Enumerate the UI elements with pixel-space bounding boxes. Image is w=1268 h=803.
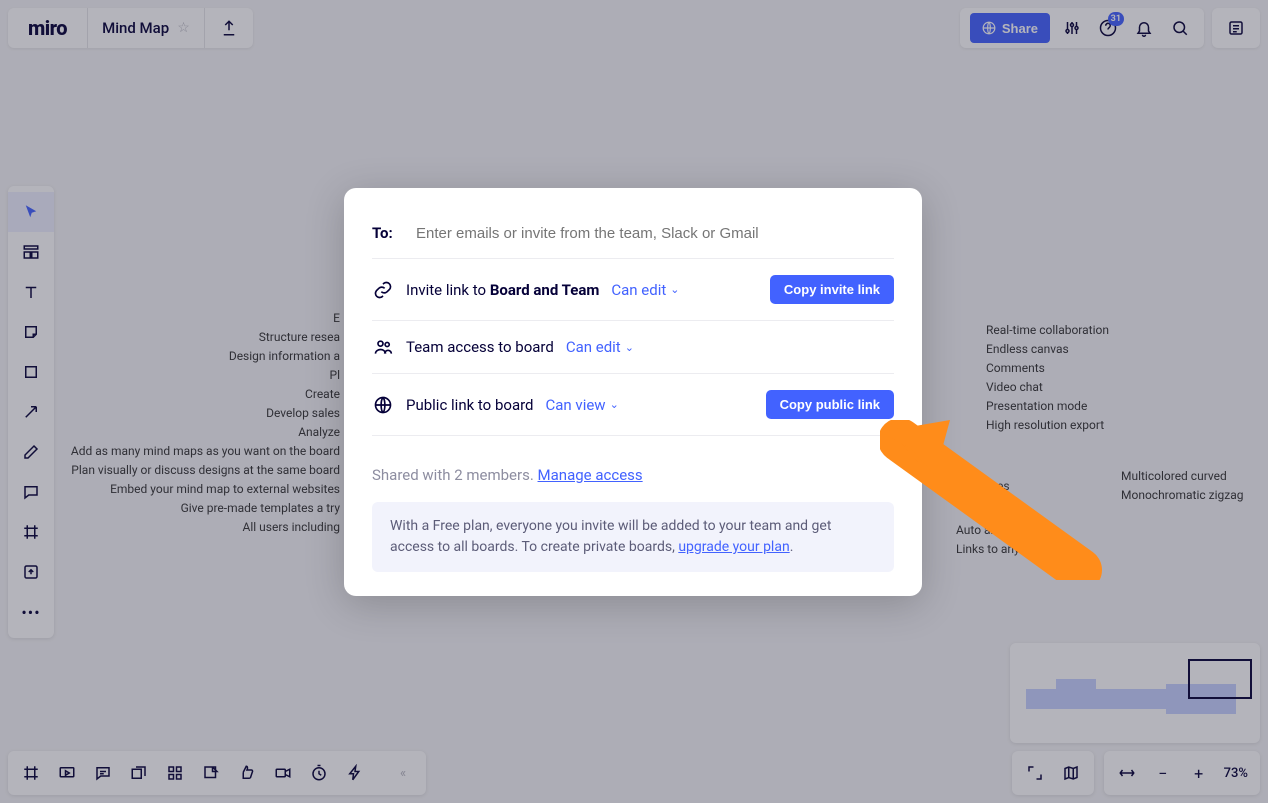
shared-with-text: Shared with 2 members. Manage access: [372, 452, 894, 488]
globe-icon: [372, 395, 394, 415]
copy-public-button[interactable]: Copy public link: [766, 390, 894, 419]
copy-invite-button[interactable]: Copy invite link: [770, 275, 894, 304]
invite-link-perm[interactable]: Can edit⌄: [611, 281, 679, 299]
invite-link-text: Invite link to Board and Team: [406, 281, 599, 299]
invite-link-row: Invite link to Board and Team Can edit⌄ …: [372, 258, 894, 320]
manage-access-link[interactable]: Manage access: [538, 466, 643, 484]
team-access-row: Team access to board Can edit⌄: [372, 320, 894, 373]
chevron-down-icon: ⌄: [625, 341, 634, 354]
plan-info: With a Free plan, everyone you invite wi…: [372, 502, 894, 572]
chevron-down-icon: ⌄: [670, 283, 679, 296]
team-access-text: Team access to board: [406, 338, 554, 356]
to-label: To:: [372, 224, 404, 242]
link-icon: [372, 280, 394, 300]
upgrade-link[interactable]: upgrade your plan: [678, 539, 789, 555]
chevron-down-icon: ⌄: [610, 398, 619, 411]
to-row: To:: [372, 218, 894, 258]
shared-row: Shared with 2 members. Manage access Wit…: [372, 435, 894, 572]
public-link-perm[interactable]: Can view⌄: [546, 396, 619, 414]
public-link-text: Public link to board: [406, 396, 534, 414]
public-link-row: Public link to board Can view⌄ Copy publ…: [372, 373, 894, 435]
team-access-perm[interactable]: Can edit⌄: [566, 338, 634, 356]
share-modal: To: Invite link to Board and Team Can ed…: [344, 188, 922, 596]
team-icon: [372, 337, 394, 357]
invite-email-input[interactable]: [416, 225, 894, 242]
